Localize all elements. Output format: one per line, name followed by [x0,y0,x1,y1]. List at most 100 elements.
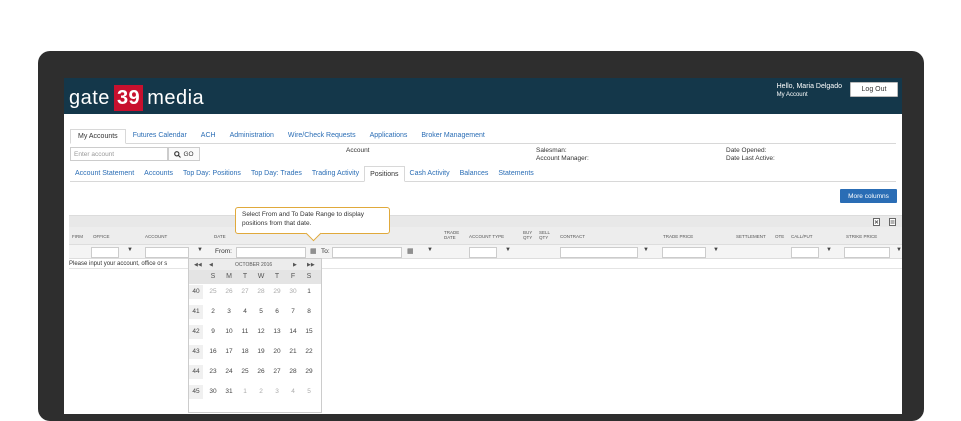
last-year-button[interactable]: ▶▶ [307,262,315,268]
calendar-day[interactable]: 24 [222,365,236,379]
account-type-filter-input[interactable] [469,247,497,258]
col-ote[interactable]: OTE [775,234,784,239]
calendar-day[interactable]: 31 [222,385,236,399]
calendar-day[interactable]: 11 [238,325,252,339]
col-date[interactable]: DATE [214,234,226,239]
brand-logo[interactable]: gate 39 media [69,85,204,111]
filter-icon[interactable]: ▼ [127,247,133,253]
calendar-day[interactable]: 13 [270,325,284,339]
calendar-day[interactable]: 19 [254,345,268,359]
tab-statements[interactable]: Statements [493,166,538,181]
trade-price-filter-input[interactable] [662,247,706,258]
col-strike-price[interactable]: STRIKE PRICE [846,234,877,239]
calendar-day[interactable]: 28 [286,365,300,379]
calendar-day[interactable]: 29 [302,365,316,379]
date-from-input[interactable] [236,247,306,258]
calendar-day[interactable]: 18 [238,345,252,359]
calendar-day[interactable]: 2 [254,385,268,399]
calendar-day[interactable]: 23 [206,365,220,379]
filter-icon[interactable]: ▼ [427,247,433,253]
calendar-day[interactable]: 10 [222,325,236,339]
go-button[interactable]: GO [168,147,200,161]
calendar-day[interactable]: 30 [206,385,220,399]
calendar-icon[interactable]: ▦ [407,247,414,255]
next-month-button[interactable]: ▶ [293,262,297,268]
tab-account-statement[interactable]: Account Statement [70,166,139,181]
tab-applications[interactable]: Applications [363,129,415,143]
calendar-day[interactable]: 25 [206,285,220,299]
calendar-day[interactable]: 21 [286,345,300,359]
tab-balances[interactable]: Balances [455,166,494,181]
filter-icon[interactable]: ▼ [643,247,649,253]
account-input[interactable]: Enter account [70,147,168,161]
col-office[interactable]: OFFICE [93,234,110,239]
calendar-day[interactable]: 4 [238,305,252,319]
calendar-day[interactable]: 5 [254,305,268,319]
tab-accounts[interactable]: Accounts [139,166,178,181]
calendar-icon[interactable]: ▦ [310,247,317,255]
filter-icon[interactable]: ▼ [896,247,902,253]
calendar-day[interactable]: 27 [238,285,252,299]
col-firm[interactable]: FIRM [72,234,83,239]
office-filter-input[interactable] [91,247,119,258]
logout-button[interactable]: Log Out [850,82,898,97]
tab-futures-calendar[interactable]: Futures Calendar [126,129,194,143]
calendar-day[interactable]: 6 [270,305,284,319]
tab-top-day-positions[interactable]: Top Day: Positions [178,166,246,181]
calendar-day[interactable]: 8 [302,305,316,319]
calendar-day[interactable]: 27 [270,365,284,379]
filter-icon[interactable]: ▼ [713,247,719,253]
col-buy-qty[interactable]: BUY QTY [523,230,532,240]
prev-month-button[interactable]: ◀ [209,262,213,268]
tab-top-day-trades[interactable]: Top Day: Trades [246,166,307,181]
calendar-day[interactable]: 4 [286,385,300,399]
calendar-day[interactable]: 5 [302,385,316,399]
strike-price-filter-input[interactable] [844,247,890,258]
my-account-link[interactable]: My Account [777,91,842,100]
calendar-day[interactable]: 30 [286,285,300,299]
calendar-day[interactable]: 26 [254,365,268,379]
date-to-input[interactable] [332,247,402,258]
col-sell-qty[interactable]: SELL QTY [539,230,550,240]
col-trade-date[interactable]: TRADE DATE [444,230,459,240]
calendar-day[interactable]: 20 [270,345,284,359]
filter-icon[interactable]: ▼ [826,247,832,253]
calendar-day[interactable]: 1 [238,385,252,399]
col-account-type[interactable]: ACCOUNT TYPE [469,234,504,239]
calendar-day[interactable]: 14 [286,325,300,339]
calendar-day[interactable]: 17 [222,345,236,359]
tab-trading-activity[interactable]: Trading Activity [307,166,364,181]
tab-my-accounts[interactable]: My Accounts [70,129,126,144]
tab-positions[interactable]: Positions [364,166,405,182]
filter-icon[interactable]: ▼ [505,247,511,253]
export-document-icon[interactable] [889,218,896,226]
col-contract[interactable]: CONTRACT [560,234,585,239]
calendar-day[interactable]: 22 [302,345,316,359]
first-year-button[interactable]: ◀◀ [194,262,202,268]
call-put-filter-input[interactable] [791,247,819,258]
tab-wire-check[interactable]: Wire/Check Requests [281,129,363,143]
calendar-day[interactable]: 1 [302,285,316,299]
calendar-day[interactable]: 16 [206,345,220,359]
contract-filter-input[interactable] [560,247,638,258]
calendar-day[interactable]: 28 [254,285,268,299]
tab-ach[interactable]: ACH [194,129,223,143]
tab-administration[interactable]: Administration [223,129,281,143]
calendar-day[interactable]: 15 [302,325,316,339]
calendar-day[interactable]: 7 [286,305,300,319]
tab-broker-management[interactable]: Broker Management [414,129,491,143]
calendar-day[interactable]: 2 [206,305,220,319]
account-filter-input[interactable] [145,247,189,258]
calendar-day[interactable]: 3 [270,385,284,399]
calendar-day[interactable]: 26 [222,285,236,299]
calendar-day[interactable]: 29 [270,285,284,299]
calendar-day[interactable]: 3 [222,305,236,319]
calendar-day[interactable]: 9 [206,325,220,339]
col-trade-price[interactable]: TRADE PRICE [663,234,693,239]
more-columns-button[interactable]: More columns [840,189,897,203]
col-settlement[interactable]: SETTLEMENT [736,234,766,239]
col-call-put[interactable]: CALL/PUT [791,234,813,239]
calendar-day[interactable]: 25 [238,365,252,379]
col-account[interactable]: ACCOUNT [145,234,167,239]
export-excel-icon[interactable] [873,218,880,226]
